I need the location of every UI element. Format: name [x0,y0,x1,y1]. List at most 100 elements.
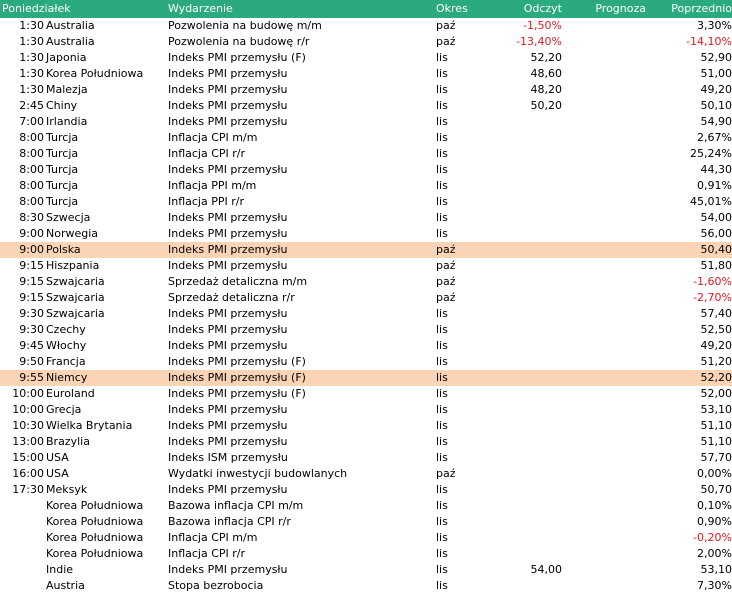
cell-time: 10:00 [12,387,44,400]
cell-country: USA [46,451,69,464]
cell-event: Indeks PMI przemysłu [168,67,288,80]
cell-period: lis [436,339,448,352]
cell-time: 10:00 [12,403,44,416]
cell-event: Pozwolenia na budowę m/m [168,19,322,32]
cell-previous: 50,10 [700,99,732,112]
cell-country: Korea Południowa [46,547,144,560]
cell-actual [488,290,562,306]
cell-event: Inflacja CPI m/m [168,131,258,144]
cell-period: lis [436,451,448,464]
header-period: Okres [436,2,468,15]
cell-previous: 0,00% [697,467,732,480]
cell-previous: 54,90 [700,115,732,128]
cell-event: Indeks PMI przemysłu [168,307,288,320]
cell-period: lis [436,531,448,544]
cell-period: lis [436,371,448,384]
cell-forecast [562,338,646,354]
cell-actual [488,226,562,242]
cell-time: 8:00 [19,195,44,208]
cell-period: lis [436,563,448,576]
cell-forecast [562,418,646,434]
cell-previous: 51,10 [700,419,732,432]
cell-actual [488,498,562,514]
cell-event: Indeks PMI przemysłu [168,339,288,352]
cell-period: paź [436,35,456,48]
cell-actual [488,466,562,482]
table-row: Korea Południowa Inflacja CPI r/r lis 2,00% [0,546,732,562]
cell-time: 17:30 [12,483,44,496]
cell-previous: 52,90 [700,51,732,64]
cell-event: Indeks ISM przemysłu [168,451,288,464]
cell-event: Indeks PMI przemysłu [168,563,288,576]
cell-time: 1:30 [19,35,44,48]
cell-actual [488,130,562,146]
table-row: Korea Południowa Bazowa inflacja CPI r/r l… [0,514,732,530]
cell-actual [488,386,562,402]
cell-country: Czechy [46,323,86,336]
cell-time: 9:30 [19,307,44,320]
cell-event: Bazowa inflacja CPI m/m [168,499,304,512]
cell-period: lis [436,67,448,80]
table-row: 9:15 Hiszpania Indeks PMI przemysłu paź 51,8… [0,258,732,274]
table-header: Poniedziałek Wydarzenie Okres Odczyt Pro… [0,0,732,18]
table-row: 10:00 Grecja Indeks PMI przemysłu lis 53,10 [0,402,732,418]
table-row: 16:00 USA Wydatki inwestycji budowlanych pa… [0,466,732,482]
table-row: 9:00 Polska Indeks PMI przemysłu paź 50,40 [0,242,732,258]
cell-period: lis [436,483,448,496]
cell-period: lis [436,131,448,144]
cell-previous: 0,91% [697,179,732,192]
cell-previous: -0,20% [693,531,732,544]
cell-previous: 51,10 [700,435,732,448]
cell-forecast [562,514,646,530]
cell-country: Szwecja [46,211,91,224]
cell-period: lis [436,179,448,192]
cell-time: 16:00 [12,467,44,480]
cell-forecast [562,194,646,210]
header-day: Poniedziałek [2,2,71,15]
cell-period: lis [436,51,448,64]
cell-actual: 52,20 [530,51,563,64]
table-row: 10:30 Wielka Brytania Indeks PMI przemysłu… [0,418,732,434]
table-row: Korea Południowa Bazowa inflacja CPI m/m l… [0,498,732,514]
cell-time: 7:00 [19,115,44,128]
cell-country: Australia [46,19,95,32]
table-body: 1:30 Australia Pozwolenia na budowę m/m paź… [0,18,732,594]
cell-time [0,530,44,546]
cell-time: 9:15 [19,291,44,304]
table-row: 8:00 Turcja Inflacja PPI m/m lis 0,91% [0,178,732,194]
table-row: 9:45 Włochy Indeks PMI przemysłu lis 49,20 [0,338,732,354]
cell-forecast [562,50,646,66]
cell-previous: 2,67% [697,131,732,144]
cell-previous: 53,10 [700,403,732,416]
table-row: 13:00 Brazylia Indeks PMI przemysłu lis 51,1… [0,434,732,450]
cell-period: paź [436,19,456,32]
cell-country: Niemcy [46,371,88,384]
cell-event: Stopa bezrobocia [168,579,264,592]
cell-period: lis [436,499,448,512]
table-row: 8:00 Turcja Indeks PMI przemysłu lis 44,30 [0,162,732,178]
table-row: 7:00 Irlandia Indeks PMI przemysłu lis 54,90 [0,114,732,130]
cell-previous: -2,70% [693,291,732,304]
cell-period: lis [436,83,448,96]
cell-event: Indeks PMI przemysłu [168,419,288,432]
cell-event: Sprzedaż detaliczna m/m [168,275,308,288]
cell-period: paź [436,259,456,272]
cell-previous: 57,70 [700,451,732,464]
cell-time: 8:00 [19,147,44,160]
cell-period: lis [436,435,448,448]
cell-forecast [562,178,646,194]
cell-actual [488,306,562,322]
economic-calendar-table: Poniedziałek Wydarzenie Okres Odczyt Pro… [0,0,732,594]
cell-actual [488,114,562,130]
cell-actual [488,178,562,194]
cell-time: 9:50 [19,355,44,368]
cell-country: Korea Południowa [46,531,144,544]
cell-time: 1:30 [19,67,44,80]
table-row: 1:30 Korea Południowa Indeks PMI przemysłu… [0,66,732,82]
cell-forecast [562,66,646,82]
cell-country: Japonia [46,51,87,64]
cell-country: Norwegia [46,227,99,240]
cell-actual [488,354,562,370]
table-row: 10:00 Euroland Indeks PMI przemysłu (F) lis… [0,386,732,402]
table-row: 9:00 Norwegia Indeks PMI przemysłu lis 56,00 [0,226,732,242]
